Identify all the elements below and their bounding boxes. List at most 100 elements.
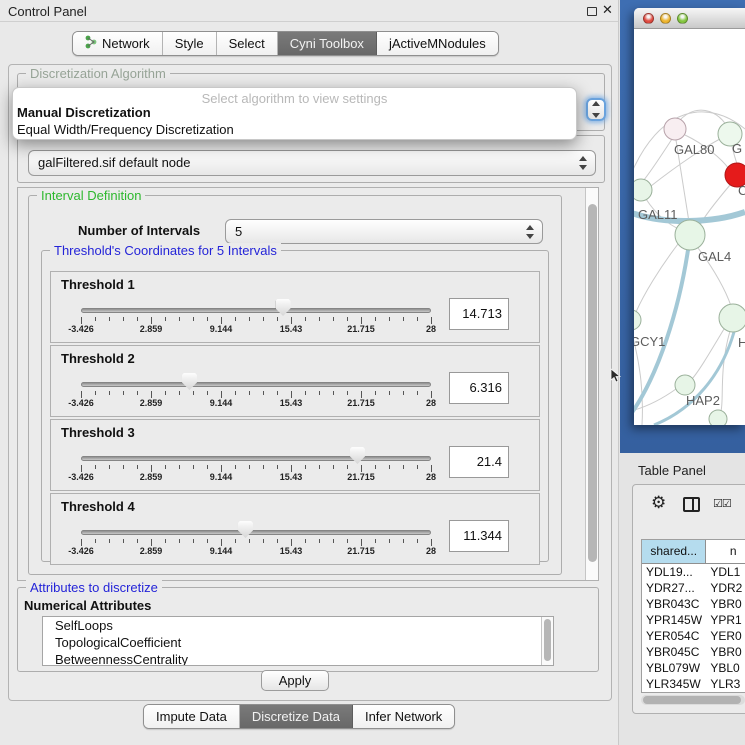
tab-discretize-data[interactable]: Discretize Data [240, 705, 353, 728]
tick-mark [151, 539, 152, 546]
tab-label: Network [102, 36, 150, 51]
tick-mark [207, 539, 208, 543]
table-data-combobox[interactable]: galFiltered.sif default node [28, 150, 596, 176]
mac-close-icon[interactable] [643, 13, 654, 24]
list-item[interactable]: BetweennessCentrality [43, 651, 553, 666]
tab-network[interactable]: Network [73, 32, 163, 55]
slider-thumb[interactable] [350, 447, 365, 464]
tab-cyni-toolbox[interactable]: Cyni Toolbox [278, 32, 377, 55]
table-row[interactable]: YBR043CYBR0 [642, 596, 745, 612]
popup-option-selected[interactable]: Manual Discretization [17, 105, 151, 120]
column-select-icon[interactable]: ☑☑ [713, 497, 731, 510]
close-icon[interactable]: ✕ [602, 2, 613, 18]
network-node[interactable] [675, 375, 695, 395]
tick-label: 28 [426, 546, 436, 556]
network-node[interactable] [675, 220, 705, 250]
gear-icon[interactable]: ⚙ [651, 493, 666, 513]
tick-mark [207, 317, 208, 321]
tick-label: 28 [426, 324, 436, 334]
network-node[interactable] [634, 310, 641, 330]
slider-track[interactable] [81, 530, 431, 535]
list-scrollbar[interactable] [541, 617, 553, 665]
list-item[interactable]: SelfLoops [43, 617, 553, 634]
network-edge[interactable] [643, 139, 672, 181]
tick-mark [221, 539, 222, 546]
table-row[interactable]: YDR27...YDR2 [642, 580, 745, 596]
algorithm-combo-stepper[interactable] [586, 98, 606, 121]
tab-label: Discretize Data [252, 709, 340, 724]
apply-button[interactable]: Apply [261, 670, 329, 691]
column-header[interactable]: shared... [642, 540, 706, 563]
node-table[interactable]: shared...n YDL19...YDL1YDR27...YDR2YBR04… [641, 539, 745, 693]
scrollbar-thumb[interactable] [544, 619, 551, 661]
tick-label: 2.859 [140, 398, 163, 408]
number-of-intervals-combobox[interactable]: 5 [225, 219, 543, 244]
group-title: Threshold's Coordinates for 5 Intervals [50, 243, 281, 258]
slider-thumb[interactable] [182, 373, 197, 390]
list-item[interactable]: TopologicalCoefficient [43, 634, 553, 651]
table-row[interactable]: YPR145WYPR1 [642, 612, 745, 628]
network-node[interactable] [719, 304, 745, 332]
table-row[interactable]: YER054CYER0 [642, 628, 745, 644]
table-row[interactable]: YBR045CYBR0 [642, 644, 745, 660]
slider-track[interactable] [81, 308, 431, 313]
threshold-value-field[interactable]: 11.344 [449, 520, 509, 552]
slider-track[interactable] [81, 382, 431, 387]
slider-thumb[interactable] [276, 299, 291, 316]
table-row[interactable]: YLR345WYLR3 [642, 676, 745, 692]
tick-mark [375, 465, 376, 469]
threshold-value-field[interactable]: 21.4 [449, 446, 509, 478]
mac-minimize-icon[interactable] [660, 13, 671, 24]
table-cell: YBR045C [642, 644, 706, 660]
table-row[interactable]: YIL052CYIL0 [642, 692, 745, 693]
algorithm-popup: Select algorithm to view settings Manual… [12, 87, 577, 140]
mac-zoom-icon[interactable] [677, 13, 688, 24]
tab-style[interactable]: Style [163, 32, 217, 55]
vertical-scrollbar[interactable] [585, 188, 599, 580]
tick-mark [95, 539, 96, 543]
tick-mark [123, 539, 124, 543]
split-view-icon[interactable] [683, 497, 700, 512]
horizontal-scrollbar[interactable] [641, 695, 745, 705]
tab-jactivemnodules[interactable]: jActiveMNodules [377, 32, 498, 55]
table-row[interactable]: YBL079WYBL0 [642, 660, 745, 676]
network-window-titlebar[interactable] [634, 8, 745, 29]
network-node[interactable] [709, 410, 727, 425]
slider-track[interactable] [81, 456, 431, 461]
scrollbar-thumb[interactable] [643, 696, 741, 704]
network-node[interactable] [634, 179, 652, 201]
network-view-window[interactable]: GAL80GCGAL11GAL4GCY1HHAP2 [634, 8, 745, 425]
network-edge[interactable] [636, 244, 678, 312]
numerical-attributes-list[interactable]: SelfLoopsTopologicalCoefficientBetweenne… [42, 616, 554, 666]
network-edge[interactable] [692, 329, 724, 379]
tab-impute-data[interactable]: Impute Data [144, 705, 240, 728]
threshold-label: Threshold 2 [61, 351, 135, 366]
node-label: H [738, 335, 745, 350]
node-label: HAP2 [686, 393, 720, 408]
network-node[interactable] [664, 118, 686, 140]
tick-mark [95, 465, 96, 469]
tick-mark [165, 391, 166, 395]
tab-infer-network[interactable]: Infer Network [353, 705, 454, 728]
tick-mark [333, 465, 334, 469]
threshold-value-field[interactable]: 14.713 [449, 298, 509, 330]
tab-select[interactable]: Select [217, 32, 278, 55]
tick-label: -3.426 [68, 398, 94, 408]
network-edge[interactable] [721, 331, 730, 411]
table-row[interactable]: YDL19...YDL1 [642, 564, 745, 580]
tick-mark [193, 539, 194, 543]
column-header[interactable]: n [706, 540, 745, 563]
tick-mark [361, 317, 362, 324]
float-window-icon[interactable] [587, 7, 597, 16]
slider-thumb[interactable] [238, 521, 253, 538]
tick-mark [179, 465, 180, 469]
network-canvas[interactable]: GAL80GCGAL11GAL4GCY1HHAP2 [634, 29, 745, 425]
tick-mark [193, 317, 194, 321]
tick-mark [375, 539, 376, 543]
popup-option[interactable]: Equal Width/Frequency Discretization [17, 122, 234, 137]
tick-mark [431, 317, 432, 324]
table-cell: YPR145W [642, 612, 706, 628]
scrollbar-thumb[interactable] [588, 204, 597, 562]
tick-label: 21.715 [347, 324, 375, 334]
threshold-value-field[interactable]: 6.316 [449, 372, 509, 404]
